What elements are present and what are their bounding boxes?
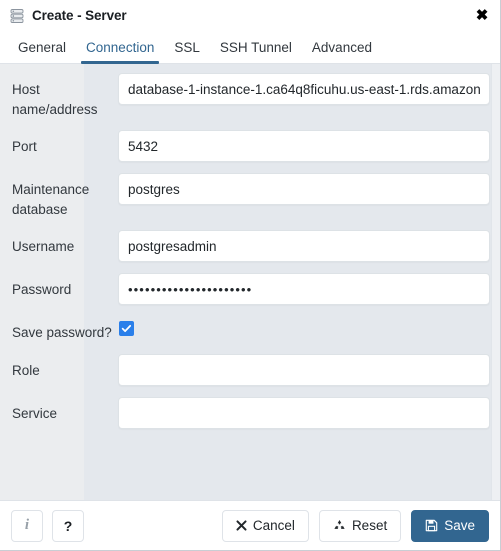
dialog-titlebar: Create - Server ✖: [0, 0, 500, 31]
reset-button[interactable]: Reset: [318, 509, 402, 542]
control-password: [118, 273, 490, 306]
field-row-password: Password: [0, 273, 500, 306]
close-icon[interactable]: ✖: [474, 8, 490, 24]
server-stack-icon: [9, 8, 25, 24]
tab-bar: General Connection SSL SSH Tunnel Advanc…: [0, 31, 500, 64]
field-row-role: Role: [0, 353, 500, 386]
reset-button-label: Reset: [351, 518, 388, 533]
save-password-checkbox[interactable]: [119, 321, 134, 337]
recycle-icon: [333, 519, 346, 532]
label-maintenance-database: Maintenance database: [12, 182, 90, 217]
label-save-password: Save password?: [12, 325, 112, 341]
label-host-name-address: Host name/address: [12, 82, 98, 117]
label-role: Role: [12, 362, 40, 378]
label-username: Username: [12, 239, 75, 255]
host-name-address-input[interactable]: [118, 73, 490, 105]
label-port: Port: [12, 139, 37, 155]
check-icon: [121, 325, 132, 333]
control-save-password: [118, 316, 490, 337]
question-mark-icon: ?: [63, 517, 73, 534]
dialog-title: Create - Server: [32, 8, 127, 23]
title-group: Create - Server: [9, 8, 127, 24]
label-password: Password: [12, 282, 72, 298]
control-port: [118, 130, 490, 163]
field-row-save-password: Save password?: [0, 316, 500, 343]
control-role: [118, 353, 490, 386]
role-input[interactable]: [118, 353, 490, 386]
field-row-service: Service: [0, 396, 500, 429]
create-server-dialog: Create - Server ✖ General Connection SSL…: [0, 0, 501, 551]
footer-left-group: i ?: [11, 509, 84, 542]
save-floppy-icon: [425, 519, 438, 532]
maintenance-database-input[interactable]: [118, 173, 490, 206]
tab-connection[interactable]: Connection: [76, 31, 164, 64]
info-button[interactable]: i: [11, 509, 43, 542]
tab-advanced[interactable]: Advanced: [302, 31, 382, 63]
close-x-icon: [236, 520, 247, 531]
port-input[interactable]: [118, 130, 490, 163]
control-username: [118, 230, 490, 263]
username-input[interactable]: [118, 230, 490, 263]
tab-ssh-tunnel[interactable]: SSH Tunnel: [210, 31, 302, 63]
control-host-name-address: [118, 73, 490, 105]
control-maintenance-database: [118, 173, 490, 206]
service-input[interactable]: [118, 396, 490, 429]
control-service: [118, 396, 490, 429]
save-button-label: Save: [444, 518, 475, 533]
vertical-scrollbar[interactable]: [491, 64, 500, 500]
password-input[interactable]: [118, 273, 490, 306]
field-row-username: Username: [0, 230, 500, 263]
info-icon: i: [24, 517, 30, 533]
field-row-port: Port: [0, 130, 500, 163]
footer-right-group: Cancel Reset Save: [221, 509, 489, 542]
cancel-button[interactable]: Cancel: [221, 509, 309, 542]
help-button[interactable]: ?: [52, 509, 84, 542]
tab-general[interactable]: General: [8, 31, 76, 63]
field-row-maintenance-database: Maintenance database: [0, 173, 500, 219]
connection-form: Host name/address Port Maintenance datab…: [0, 64, 500, 500]
label-service: Service: [12, 405, 58, 421]
tab-ssl[interactable]: SSL: [164, 31, 210, 63]
save-button[interactable]: Save: [411, 509, 489, 542]
field-row-host: Host name/address: [0, 73, 500, 119]
dialog-footer: i ? Cancel Reset Save: [0, 500, 500, 550]
cancel-button-label: Cancel: [252, 518, 295, 533]
dialog-body: Host name/address Port Maintenance datab…: [0, 64, 500, 500]
